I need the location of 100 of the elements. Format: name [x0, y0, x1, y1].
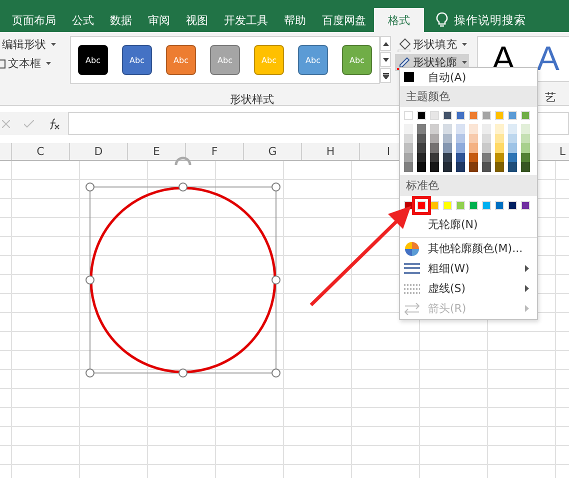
color-swatch[interactable] [521, 124, 530, 134]
color-swatch[interactable] [508, 162, 517, 172]
ribbon-button[interactable]: 编辑形状 [0, 36, 58, 53]
color-swatch[interactable] [456, 124, 465, 134]
ribbon-tab[interactable]: 视图 [178, 8, 216, 32]
rotate-handle-icon[interactable] [174, 156, 192, 166]
column-header[interactable]: H [302, 143, 360, 160]
group-label: 艺 [544, 90, 557, 105]
wordart-style[interactable]: A [536, 42, 560, 76]
color-swatch[interactable] [495, 111, 504, 120]
automatic-color-item[interactable]: 自动(A) [400, 68, 537, 86]
menu-item[interactable]: 虚线(S) [400, 278, 537, 298]
column-header[interactable]: E [128, 143, 186, 160]
color-swatch[interactable] [456, 111, 465, 120]
ribbon-tab[interactable]: 格式 [374, 8, 424, 32]
more-styles-button[interactable] [380, 68, 391, 83]
color-swatch[interactable] [456, 200, 465, 210]
ribbon-tab[interactable]: 开发工具 [216, 8, 276, 32]
ribbon-tab[interactable]: 审阅 [140, 8, 178, 32]
color-swatch[interactable] [508, 200, 517, 210]
color-swatch[interactable] [417, 124, 426, 134]
color-swatch[interactable] [508, 143, 517, 152]
color-swatch[interactable] [495, 200, 504, 210]
color-swatch[interactable] [417, 162, 426, 172]
column-header[interactable]: G [244, 143, 302, 160]
ribbon-button[interactable]: 形状填充 [395, 36, 469, 53]
tell-me-search-field[interactable]: 操作说明搜索 [454, 13, 534, 27]
menu-item[interactable]: 其他轮廓颜色(M)... [400, 238, 537, 258]
color-swatch[interactable] [521, 111, 530, 120]
shape-style-swatch[interactable]: Abc [122, 45, 152, 75]
color-swatch[interactable] [469, 111, 478, 120]
color-swatch[interactable] [482, 162, 491, 172]
selected-circle-shape[interactable] [86, 182, 280, 378]
color-swatch[interactable] [495, 162, 504, 172]
dropdown-caret-icon [51, 43, 56, 46]
column-header[interactable]: D [70, 143, 128, 160]
color-swatch[interactable] [456, 162, 465, 172]
paint-bucket-icon [397, 38, 411, 52]
color-swatch[interactable] [443, 111, 452, 120]
dropdown-caret-icon [46, 62, 51, 65]
color-swatch[interactable] [521, 143, 530, 152]
dashed-lines-icon [404, 284, 420, 294]
column-header[interactable]: C [12, 143, 70, 160]
color-swatch[interactable] [508, 111, 517, 120]
color-swatch[interactable] [443, 162, 452, 172]
line-weight-icon [404, 262, 420, 274]
ribbon-tab[interactable]: 帮助 [276, 8, 314, 32]
function-icon[interactable] [48, 118, 60, 130]
section-header: 主题颜色 [400, 86, 537, 107]
color-swatch[interactable] [404, 124, 413, 134]
color-swatch[interactable] [521, 162, 530, 172]
cancel-icon[interactable] [2, 120, 10, 128]
lightbulb-icon [436, 12, 448, 28]
color-swatch[interactable] [443, 143, 452, 152]
shape-style-swatch[interactable]: Abc [78, 45, 108, 75]
color-swatch[interactable] [469, 162, 478, 172]
color-swatch[interactable] [482, 111, 491, 120]
ribbon-button[interactable]: 文本框 [0, 55, 58, 72]
color-swatch[interactable] [417, 111, 426, 120]
color-swatch[interactable] [495, 124, 504, 134]
scroll-down-button[interactable] [380, 52, 391, 67]
column-header[interactable]: F [186, 143, 244, 160]
menu-item[interactable]: 粗细(W) [400, 258, 537, 278]
arrows-icon [404, 302, 420, 314]
color-swatch[interactable] [521, 200, 530, 210]
ribbon-tab[interactable]: 百度网盘 [314, 8, 374, 32]
color-swatch[interactable] [469, 200, 478, 210]
color-swatch[interactable] [482, 124, 491, 134]
submenu-arrow-icon [525, 285, 529, 292]
color-wheel-icon [405, 242, 419, 256]
menu-item[interactable]: 无轮廓(N) [424, 214, 537, 234]
submenu-arrow-icon [525, 305, 529, 312]
color-swatch[interactable] [482, 143, 491, 152]
text-box-icon [0, 58, 6, 70]
color-swatch[interactable] [404, 143, 413, 152]
color-swatch[interactable] [495, 143, 504, 152]
color-swatch[interactable] [404, 162, 413, 172]
check-icon[interactable] [24, 120, 34, 128]
section-header: 标准色 [400, 174, 537, 196]
caret-down-icon [382, 58, 388, 62]
color-swatch[interactable] [508, 124, 517, 134]
color-swatch[interactable] [469, 143, 478, 152]
color-swatch[interactable] [430, 111, 439, 120]
color-swatch[interactable] [430, 162, 439, 172]
color-swatch[interactable] [456, 143, 465, 152]
color-swatch[interactable] [430, 124, 439, 134]
ribbon-tab[interactable]: 公式 [64, 8, 102, 32]
color-swatch[interactable] [417, 143, 426, 152]
color-swatch[interactable] [404, 111, 413, 120]
group-label: 形状样式 [230, 92, 274, 107]
color-swatch[interactable] [469, 124, 478, 134]
scroll-up-button[interactable] [380, 36, 391, 51]
color-swatch[interactable] [443, 124, 452, 134]
ribbon-tab[interactable]: 页面布局 [4, 8, 64, 32]
color-swatch[interactable] [443, 200, 452, 210]
more-icon [382, 72, 388, 78]
dropdown-caret-icon [462, 43, 467, 46]
color-swatch[interactable] [482, 200, 491, 210]
ribbon-tab[interactable]: 数据 [102, 8, 140, 32]
color-swatch[interactable] [430, 143, 439, 152]
